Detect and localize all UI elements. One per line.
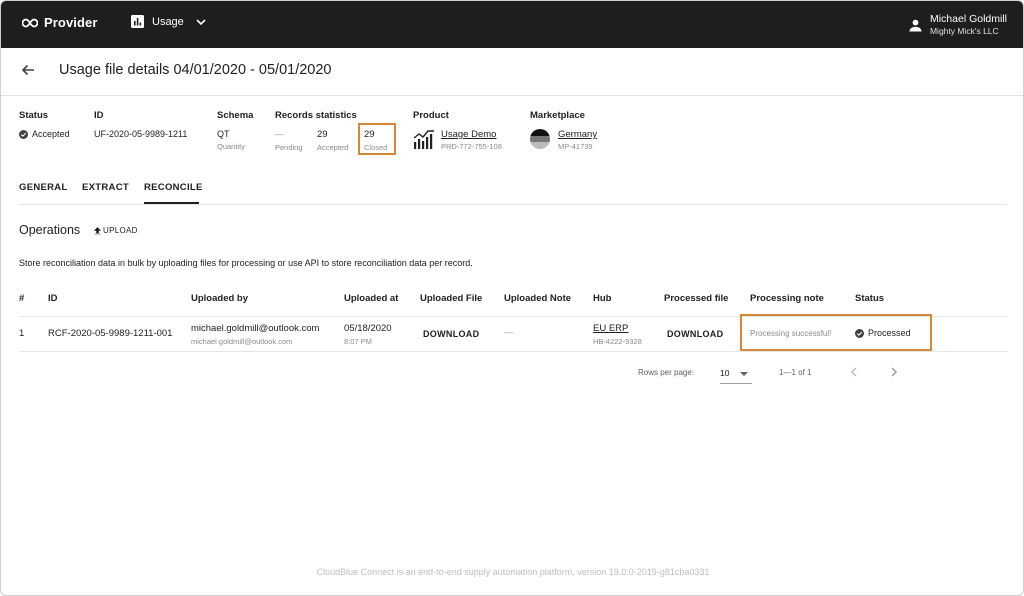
marketplace-id: MP-41739 <box>558 142 593 151</box>
operations-title: Operations <box>19 223 81 237</box>
status-block: Status Accepted <box>19 110 70 139</box>
row-uploaded-by: michael.goldmill@outlook.com michael.gol… <box>191 323 319 346</box>
upload-label: UPLOAD <box>103 226 138 235</box>
processed-file-download-button[interactable]: DOWNLOAD <box>667 329 723 339</box>
tab-reconcile[interactable]: RECONCILE <box>144 182 203 193</box>
id-value: UF-2020-05-9989-1211 <box>94 129 188 139</box>
infinity-logo-icon <box>22 18 38 27</box>
id-block: ID UF-2020-05-9989-1211 <box>94 110 187 139</box>
status-heading: Status <box>19 110 49 121</box>
schema-sub: Quantity <box>217 142 245 151</box>
page-title: Usage file details 04/01/2020 - 05/01/20… <box>59 62 332 78</box>
marketplace-block: Marketplace <box>530 110 585 121</box>
id-heading: ID <box>94 110 104 121</box>
records-heading: Records statistics <box>275 110 357 121</box>
user-icon <box>909 19 922 31</box>
row-uploaded-note: — <box>504 327 514 338</box>
schema-heading: Schema <box>217 110 254 121</box>
operations-description: Store reconciliation data in bulk by upl… <box>19 258 473 268</box>
bar-chart-icon <box>131 15 144 28</box>
row-num: 1 <box>19 328 25 339</box>
pending-label: Pending <box>275 143 303 152</box>
product-block: Product <box>413 110 449 121</box>
rows-per-page-select[interactable]: 10 <box>720 365 752 384</box>
header-divider <box>1 95 1023 96</box>
col-header-hub: Hub <box>593 293 612 304</box>
user-menu[interactable]: Michael Goldmill Mighty Mick's LLC <box>909 13 1007 37</box>
tab-extract[interactable]: EXTRACT <box>82 182 129 193</box>
col-header-id: ID <box>48 293 58 304</box>
back-arrow-icon[interactable] <box>19 61 37 79</box>
user-name: Michael Goldmill <box>929 13 1007 25</box>
uploaded-at-date: 05/18/2020 <box>344 323 392 334</box>
records-heading-block: Records statistics <box>275 110 357 121</box>
col-header-num: # <box>19 293 25 304</box>
brand-name: Provider <box>44 15 98 30</box>
product-heading: Product <box>413 110 449 121</box>
col-header-uploaded-file: Uploaded File <box>420 293 483 304</box>
usage-nav-label: Usage <box>152 15 184 28</box>
marketplace-heading: Marketplace <box>530 110 585 121</box>
pagination-range: 1—1 of 1 <box>779 368 812 377</box>
accepted-value: 29 <box>317 129 328 140</box>
accepted-label: Accepted <box>317 143 349 152</box>
chevron-down-icon <box>196 18 206 25</box>
product-id: PRD-772-755-108 <box>441 142 502 151</box>
col-header-processed-file: Processed file <box>664 293 729 304</box>
product-link[interactable]: Usage Demo <box>441 129 496 140</box>
product-chart-icon <box>413 130 434 149</box>
col-header-uploaded-by: Uploaded by <box>191 293 249 304</box>
user-company: Mighty Mick's LLC <box>929 26 999 36</box>
row-hub: EU ERP HB-4222-9328 <box>593 323 642 346</box>
row-uploaded-at: 05/18/2020 8:07 PM <box>344 323 392 346</box>
tab-general[interactable]: GENERAL <box>19 182 68 193</box>
hub-link[interactable]: EU ERP <box>593 323 642 334</box>
check-circle-icon <box>19 129 28 139</box>
col-header-uploaded-note: Uploaded Note <box>504 293 572 304</box>
usage-nav-dropdown[interactable]: Usage <box>131 15 206 28</box>
rows-per-page-label: Rows per page: <box>638 368 695 377</box>
row-id: RCF-2020-05-9989-1211-001 <box>48 328 173 339</box>
uploaded-at-time: 8:07 PM <box>344 337 372 346</box>
table-row-divider <box>19 351 1007 352</box>
col-header-status: Status <box>855 293 885 304</box>
upload-icon <box>94 226 101 234</box>
status-value: Accepted <box>32 129 70 139</box>
col-header-uploaded-at: Uploaded at <box>344 293 399 304</box>
uploaded-file-download-button[interactable]: DOWNLOAD <box>423 329 479 339</box>
app-window: Provider Usage Michael Goldmill Mighty M… <box>0 0 1024 596</box>
upload-button[interactable]: UPLOAD <box>94 226 138 235</box>
pending-value: — <box>275 129 285 140</box>
rows-per-page-value: 10 <box>720 368 730 378</box>
pending-stat: — Pending <box>275 129 303 152</box>
germany-flag-icon <box>530 129 550 149</box>
top-bar: Provider Usage Michael Goldmill Mighty M… <box>1 1 1023 48</box>
schema-value: QT <box>217 129 230 139</box>
col-header-processing-note: Processing note <box>750 293 824 304</box>
tabs-divider <box>19 204 1007 205</box>
caret-down-icon <box>740 372 748 376</box>
uploaded-by-sub: michael.goldmill@outlook.com <box>191 337 293 346</box>
footer-text: CloudBlue Connect is an end-to-end suppl… <box>316 567 710 577</box>
closed-highlight-box <box>358 123 396 155</box>
brand[interactable]: Provider <box>22 15 98 30</box>
marketplace-link[interactable]: Germany <box>558 129 597 140</box>
chevron-right-icon[interactable] <box>887 365 901 379</box>
chevron-left-icon[interactable] <box>847 365 861 379</box>
accepted-stat: 29 Accepted <box>317 129 348 152</box>
processing-highlight-box <box>740 314 932 351</box>
schema-block: Schema QT Quantity <box>217 110 253 151</box>
hub-id: HB-4222-9328 <box>593 337 642 346</box>
uploaded-by-email: michael.goldmill@outlook.com <box>191 323 320 334</box>
